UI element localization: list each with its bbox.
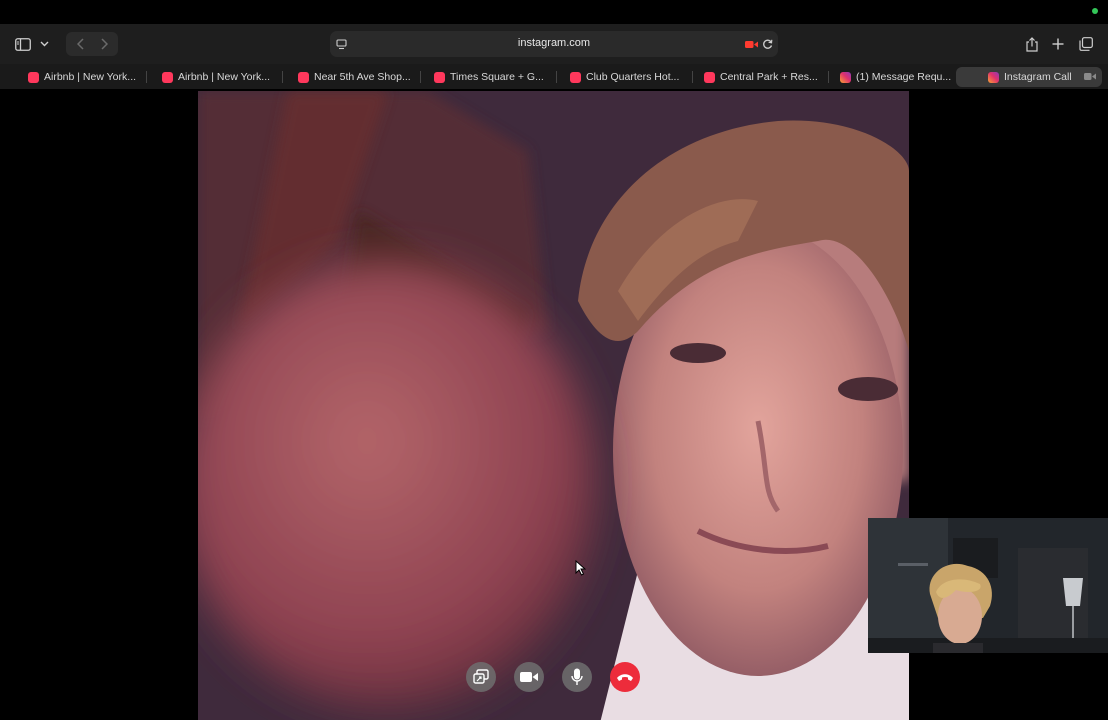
self-video-image — [868, 518, 1108, 653]
url-text: instagram.com — [517, 37, 591, 49]
system-menubar — [0, 0, 1108, 24]
tab-camera-icon — [1084, 72, 1096, 84]
tab-separator — [146, 71, 147, 83]
share-icon[interactable] — [1024, 33, 1040, 55]
forward-icon[interactable] — [96, 33, 112, 55]
tab-label: Airbnb | New York... — [44, 71, 137, 83]
camera-active-indicator — [1092, 8, 1098, 14]
remote-video-feed — [198, 91, 909, 720]
share-screen-button[interactable] — [466, 662, 496, 692]
tab-overview-icon[interactable] — [1077, 33, 1095, 55]
tab-club-quarters[interactable]: Club Quarters Hot... — [564, 67, 688, 87]
airbnb-icon — [434, 71, 445, 83]
tab-separator — [828, 71, 829, 83]
tab-bar: Airbnb | New York... Airbnb | New York..… — [0, 64, 1108, 90]
airbnb-icon — [28, 71, 39, 83]
address-bar[interactable]: instagram.com — [330, 31, 778, 57]
tab-airbnb-2[interactable]: Airbnb | New York... — [156, 67, 274, 87]
tab-message-requests[interactable]: (1) Message Requ... — [834, 67, 954, 87]
end-call-button[interactable] — [610, 662, 640, 692]
instagram-icon — [988, 71, 999, 83]
tab-separator — [420, 71, 421, 83]
tab-label: Central Park + Res... — [720, 71, 818, 83]
tab-label: Club Quarters Hot... — [586, 71, 680, 83]
call-content-area — [0, 91, 1108, 720]
tab-near-5th-ave[interactable]: Near 5th Ave Shop... — [292, 67, 416, 87]
back-icon[interactable] — [72, 33, 88, 55]
tab-separator — [282, 71, 283, 83]
instagram-icon — [840, 71, 851, 83]
microphone-icon — [571, 668, 583, 685]
tab-label: Times Square + G... — [450, 71, 544, 83]
airbnb-icon — [704, 71, 715, 83]
reload-icon[interactable] — [760, 33, 774, 55]
chevron-down-icon[interactable] — [38, 33, 50, 55]
tab-separator — [692, 71, 693, 83]
sidebar-toggle-icon[interactable] — [14, 33, 32, 55]
microphone-toggle-button[interactable] — [562, 662, 592, 692]
mouse-pointer-icon — [575, 559, 587, 581]
tab-label: Instagram Call — [1004, 71, 1072, 83]
new-tab-icon[interactable] — [1050, 33, 1066, 55]
share-screen-icon — [473, 669, 489, 684]
tab-central-park[interactable]: Central Park + Res... — [698, 67, 824, 87]
tab-airbnb-1[interactable]: Airbnb | New York... — [22, 67, 140, 87]
tab-label: Near 5th Ave Shop... — [314, 71, 411, 83]
airbnb-icon — [298, 71, 309, 83]
hang-up-icon — [617, 673, 633, 681]
airbnb-icon — [570, 71, 581, 83]
tab-label: Airbnb | New York... — [178, 71, 271, 83]
call-controls — [466, 662, 646, 694]
tab-times-square[interactable]: Times Square + G... — [428, 67, 548, 87]
browser-toolbar: instagram.com — [0, 24, 1108, 64]
remote-video-image — [198, 91, 909, 720]
airbnb-icon — [162, 71, 173, 83]
camera-in-use-icon[interactable] — [744, 33, 758, 55]
camera-toggle-button[interactable] — [514, 662, 544, 692]
self-video-preview[interactable] — [868, 518, 1108, 653]
tab-instagram-call[interactable]: Instagram Call — [956, 67, 1102, 87]
video-camera-icon — [520, 672, 538, 682]
tab-label: (1) Message Requ... — [856, 71, 952, 83]
tab-separator — [556, 71, 557, 83]
navigation-group — [66, 32, 118, 56]
